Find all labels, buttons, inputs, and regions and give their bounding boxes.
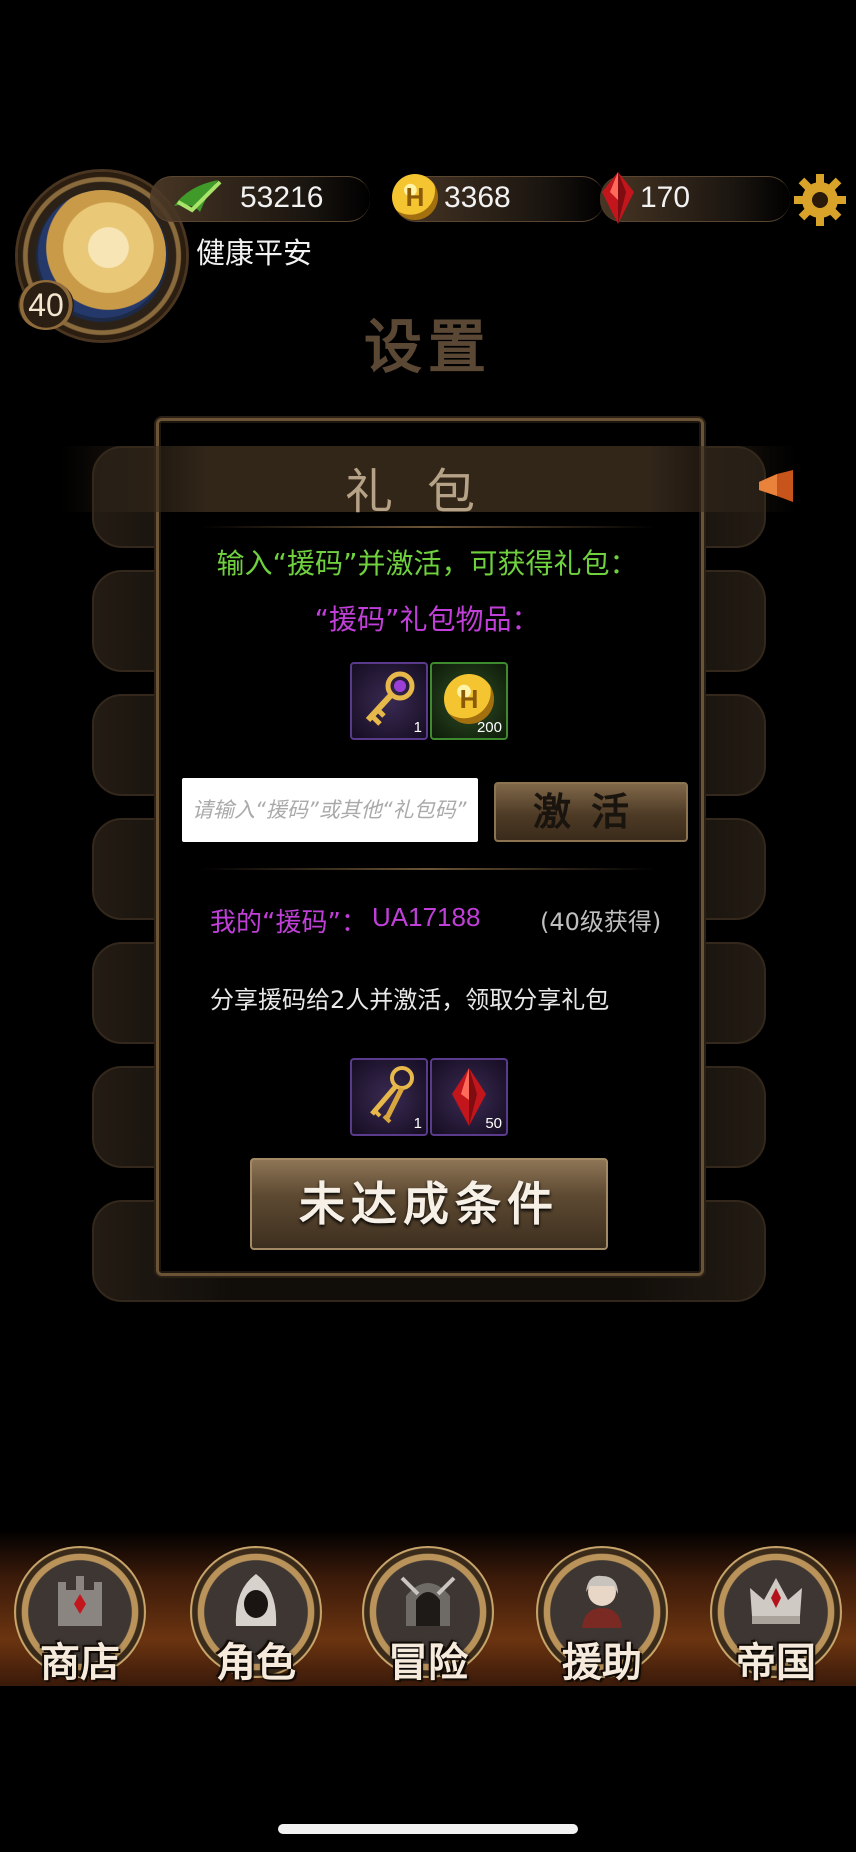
share-item-keys[interactable]: 1 xyxy=(350,1058,428,1136)
gold-coin-icon: H xyxy=(392,174,438,220)
leaf-check-icon xyxy=(174,180,222,213)
player-name: 健康平安 xyxy=(196,236,313,270)
nav-empire-label: 帝国 xyxy=(736,1639,816,1686)
activate-button[interactable]: 激活 xyxy=(494,782,688,842)
stamina-value: 53216 xyxy=(240,181,324,214)
gem-value: 170 xyxy=(640,181,691,214)
claim-share-gift-button[interactable]: 未达成条件 xyxy=(250,1158,608,1250)
share-instructions: 分享援码给2人并激活，领取分享礼包 xyxy=(210,986,610,1014)
nav-assist[interactable]: 援助 xyxy=(536,1546,668,1686)
share-item-gems[interactable]: 50 xyxy=(430,1058,508,1136)
nav-assist-label: 援助 xyxy=(562,1639,642,1686)
page-title: 设置 xyxy=(363,313,492,381)
divider xyxy=(200,526,656,528)
reward-item-gold[interactable]: H 200 xyxy=(430,662,508,740)
nav-character[interactable]: 角色 xyxy=(190,1546,322,1686)
my-code-note: (40级获得) xyxy=(540,908,662,936)
dialog-title: 礼包 xyxy=(344,464,509,520)
my-code-label: 我的“援码”： xyxy=(210,908,367,938)
divider xyxy=(200,868,656,870)
item-count: 1 xyxy=(413,1115,422,1132)
castle-icon xyxy=(58,1576,102,1626)
reward-item-key[interactable]: 1 xyxy=(350,662,428,740)
nav-adventure-label: 冒险 xyxy=(388,1639,468,1686)
item-count: 50 xyxy=(485,1115,502,1132)
hooded-figure-icon xyxy=(235,1574,277,1626)
home-indicator[interactable] xyxy=(278,1824,578,1834)
nav-empire[interactable]: 帝国 xyxy=(710,1546,842,1686)
gift-intro-text: 输入“援码”并激活，可获得礼包： xyxy=(216,547,638,580)
gold-coin-icon: H xyxy=(444,674,494,724)
red-gem-icon xyxy=(602,172,634,224)
horn-icon[interactable] xyxy=(755,468,797,504)
nav-adventure[interactable]: 冒险 xyxy=(362,1546,494,1686)
gold-value: 3368 xyxy=(444,181,511,214)
dungeon-gate-icon xyxy=(400,1576,456,1626)
nav-shop[interactable]: 商店 xyxy=(14,1546,146,1686)
gear-icon[interactable] xyxy=(792,172,848,228)
gift-code-input[interactable] xyxy=(182,778,478,842)
my-code-value[interactable]: UA17188 xyxy=(372,902,480,933)
nav-shop-label: 商店 xyxy=(40,1639,120,1686)
item-count: 200 xyxy=(476,719,502,736)
gift-items-label: “援码”礼包物品： xyxy=(314,603,540,636)
nav-character-label: 角色 xyxy=(216,1639,296,1686)
item-count: 1 xyxy=(413,719,422,736)
helper-portrait-icon xyxy=(582,1575,622,1628)
crown-icon xyxy=(750,1578,802,1624)
